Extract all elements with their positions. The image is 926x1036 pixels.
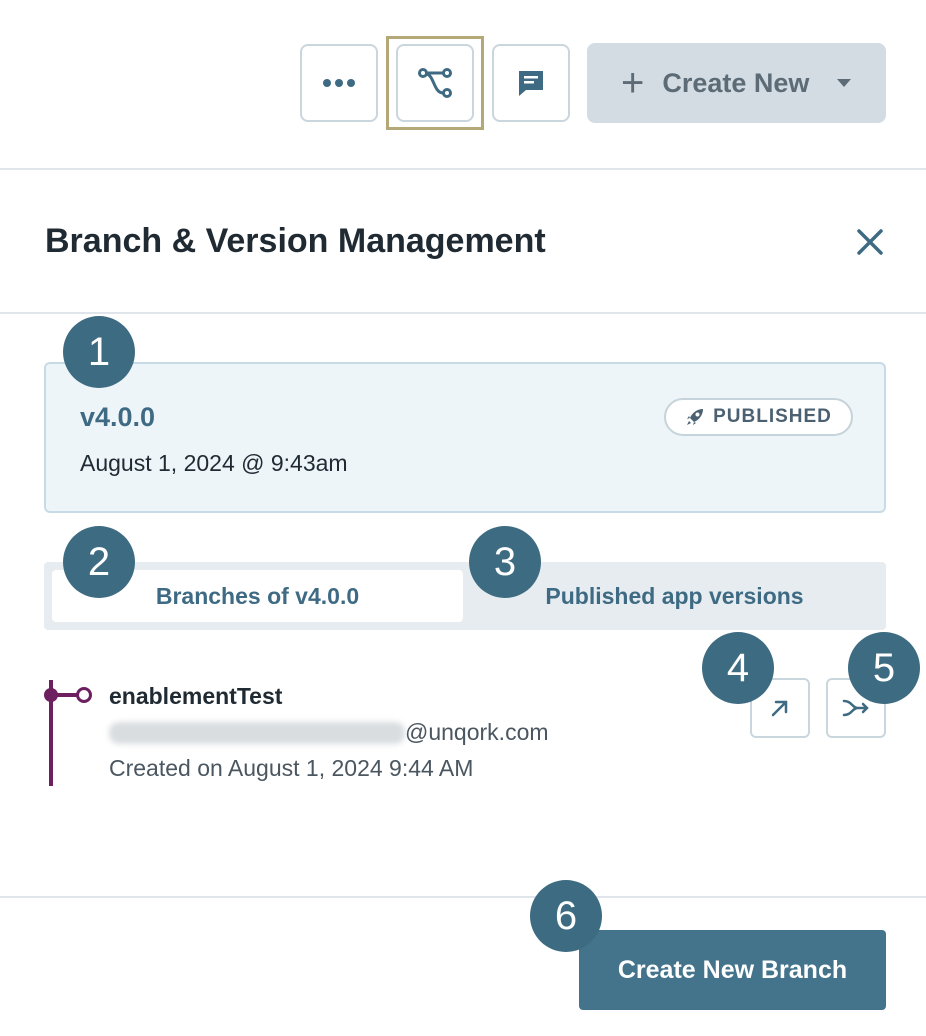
branch-version-panel: + Create New Branch & Version Management… [0,0,926,1036]
branch-management-button[interactable] [396,44,474,122]
create-new-button[interactable]: + Create New [587,43,886,123]
rocket-icon [687,409,704,425]
footer-divider [0,896,926,898]
branch-ring [76,687,92,703]
branch-tabs: Branches of v4.0.0 Published app version… [44,562,886,630]
redacted-email [109,722,405,744]
version-date: August 1, 2024 @ 9:43am [80,450,348,476]
close-button[interactable] [852,224,888,260]
merge-icon [842,699,869,717]
callout-marker: 4 [702,632,774,704]
status-badge-label: PUBLISHED [713,406,832,427]
external-link-icon [771,700,788,717]
version-name: v4.0.0 [80,402,156,432]
callout-marker: 2 [63,526,135,598]
comments-button[interactable] [492,44,570,122]
callout-marker: 3 [469,526,541,598]
branch-created-date: Created on August 1, 2024 9:44 AM [109,755,474,781]
current-version-card: v4.0.0 August 1, 2024 @ 9:43am PUBLISHED [44,362,886,513]
comment-icon [519,71,543,96]
branch-email-domain: @unqork.com [405,719,549,745]
branch-name: enablementTest [109,683,283,709]
more-options-button[interactable] [300,44,378,122]
callout-marker: 1 [63,316,135,388]
close-icon [857,229,883,255]
more-dots-icon [323,79,355,87]
plus-icon: + [621,61,645,105]
chevron-down-icon [837,79,852,87]
create-new-label: Create New [662,67,810,98]
branch-connector [56,693,78,697]
header-divider [0,168,926,170]
callout-marker: 5 [848,632,920,704]
status-badge: PUBLISHED [664,398,853,436]
panel-title: Branch & Version Management [45,222,546,260]
branch-icon [418,68,452,98]
create-new-branch-button[interactable]: Create New Branch [579,930,886,1010]
callout-marker: 6 [530,880,602,952]
title-divider [0,312,926,314]
